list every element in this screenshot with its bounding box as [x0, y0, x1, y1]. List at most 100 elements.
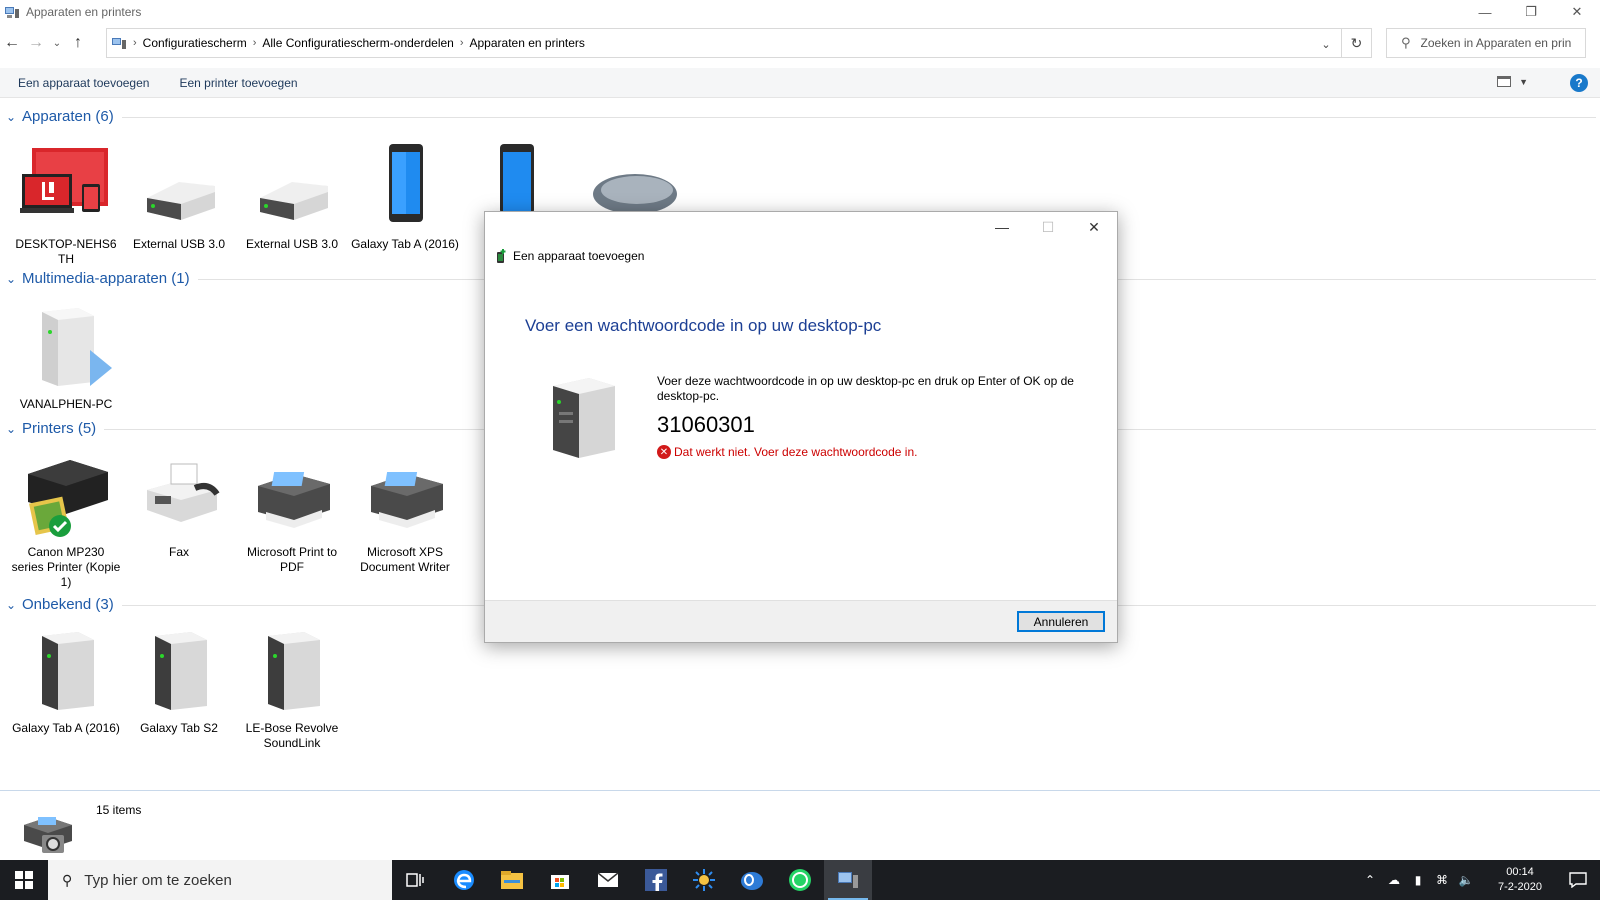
dialog-minimize-button[interactable]: — — [979, 212, 1025, 242]
show-hidden-icons-chevron-icon[interactable]: ⌃ — [1358, 860, 1382, 900]
back-arrow-icon[interactable]: ← — [0, 29, 24, 57]
collapse-chevron-icon[interactable]: ⌄ — [6, 598, 20, 612]
add-device-icon — [497, 249, 506, 263]
breadcrumb-devices-printers[interactable]: Apparaten en printers — [470, 36, 585, 50]
search-icon: ⚲ — [62, 871, 73, 888]
breadcrumb-separator[interactable]: › — [460, 37, 464, 49]
desktop-pc-icon — [553, 378, 615, 458]
media-server-icon — [42, 308, 112, 386]
search-box[interactable]: ⚲ — [1386, 28, 1586, 58]
printer-ms-xps[interactable]: Microsoft XPS Document Writer — [349, 450, 461, 575]
control-panel-taskbar-icon[interactable] — [824, 860, 872, 900]
breadcrumb-all-items[interactable]: Alle Configuratiescherm-onderdelen — [262, 36, 453, 50]
microsoft-store-icon[interactable] — [536, 860, 584, 900]
clock-date: 7-2-2020 — [1497, 881, 1543, 893]
breadcrumb-control-panel[interactable]: Configuratiescherm — [143, 36, 247, 50]
dialog-close-button[interactable]: ✕ — [1071, 212, 1117, 242]
cancel-button[interactable]: Annuleren — [1017, 611, 1105, 632]
command-bar: Een apparaat toevoegen Een printer toevo… — [0, 68, 1600, 98]
onedrive-cloud-icon[interactable]: ☁ — [1382, 860, 1406, 900]
group-title: Multimedia-apparaten (1) — [22, 270, 190, 287]
device-galaxy-tab-a[interactable]: Galaxy Tab A (2016) — [349, 142, 461, 252]
system-tray: ⌃ ☁ ▮ ⌘ 🔈 00:14 7-2-2020 — [1358, 860, 1600, 900]
search-icon: ⚲ — [1401, 35, 1411, 50]
sun-app-icon[interactable] — [680, 860, 728, 900]
minimize-button[interactable]: — — [1462, 0, 1508, 24]
mail-icon[interactable] — [584, 860, 632, 900]
address-dropdown-chevron-icon[interactable]: ⌄ — [1317, 35, 1335, 53]
device-label: External USB 3.0 — [245, 237, 339, 251]
help-icon[interactable]: ? — [1570, 74, 1588, 92]
volume-icon[interactable]: 🔈 — [1454, 860, 1478, 900]
error-message: ✕ Dat werkt niet. Voer deze wachtwoordco… — [657, 445, 917, 459]
group-title: Printers (5) — [22, 420, 97, 437]
window-title: Apparaten en printers — [26, 5, 142, 19]
collapse-chevron-icon[interactable]: ⌄ — [6, 272, 20, 286]
taskbar-search-box[interactable]: ⚲ — [48, 860, 392, 900]
unknown-galaxy-tab-a[interactable]: Galaxy Tab A (2016) — [10, 626, 122, 736]
control-panel-icon — [5, 7, 19, 18]
device-vanalphen-pc[interactable]: VANALPHEN-PC — [10, 302, 122, 412]
refresh-icon[interactable]: ↻ — [1341, 29, 1371, 57]
device-label: VANALPHEN-PC — [19, 397, 113, 411]
close-button[interactable]: ✕ — [1554, 0, 1600, 24]
generic-device-icon — [268, 632, 320, 710]
unknown-galaxy-tab-s2[interactable]: Galaxy Tab S2 — [123, 626, 235, 736]
printer-ms-print-pdf[interactable]: Microsoft Print to PDF — [236, 450, 348, 575]
battery-icon[interactable]: ▮ — [1406, 860, 1430, 900]
printer-label: Microsoft Print to PDF — [246, 545, 338, 574]
device-label: LE-Bose Revolve SoundLink — [245, 721, 339, 750]
breadcrumb-separator[interactable]: › — [133, 37, 137, 49]
wifi-icon[interactable]: ⌘ — [1430, 860, 1454, 900]
start-button[interactable] — [0, 860, 48, 900]
facebook-icon[interactable] — [632, 860, 680, 900]
dialog-maximize-button[interactable]: ☐ — [1025, 212, 1071, 242]
external-drive-icon — [147, 182, 215, 220]
group-divider — [121, 117, 1596, 118]
device-label: Galaxy Tab A (2016) — [12, 721, 120, 735]
printer-icon — [258, 472, 330, 528]
clock[interactable]: 00:14 7-2-2020 — [1484, 865, 1556, 895]
collapse-chevron-icon[interactable]: ⌄ — [6, 422, 20, 436]
collapse-chevron-icon[interactable]: ⌄ — [6, 110, 20, 124]
printer-icon — [371, 472, 443, 528]
forward-arrow-icon[interactable]: → — [24, 29, 48, 57]
printer-fax[interactable]: Fax — [123, 450, 235, 560]
restore-button[interactable]: ❐ — [1508, 0, 1554, 24]
group-header-devices[interactable]: ⌄ Apparaten (6) — [6, 108, 1596, 125]
printer-label: Fax — [168, 545, 189, 559]
printer-label: Canon MP230 series Printer (Kopie 1) — [11, 545, 121, 589]
search-input[interactable] — [1420, 36, 1571, 50]
device-desktop[interactable]: DESKTOP-NEHS6 TH — [10, 142, 122, 267]
group-title: Apparaten (6) — [22, 108, 114, 125]
file-explorer-icon[interactable] — [488, 860, 536, 900]
taskbar-search-input[interactable] — [84, 871, 355, 889]
navigation-bar: ← → ⌄ ↑ › Configuratiescherm › Alle Conf… — [0, 28, 1600, 58]
edge-browser-icon[interactable] — [440, 860, 488, 900]
device-external-usb-1[interactable]: External USB 3.0 — [123, 142, 235, 252]
action-center-icon[interactable] — [1556, 860, 1600, 900]
dialog-instructions: Voer deze wachtwoordcode in op uw deskto… — [657, 374, 1074, 403]
devices-printers-icon — [24, 817, 72, 853]
dialog-footer: Annuleren — [485, 600, 1117, 642]
details-pane: 15 items — [0, 790, 1600, 860]
dialog-title: Een apparaat toevoegen — [495, 248, 644, 264]
view-icon — [1497, 76, 1512, 87]
add-printer-button[interactable]: Een printer toevoegen — [179, 76, 297, 90]
up-arrow-icon[interactable]: ↑ — [66, 29, 90, 57]
device-label: Galaxy Tab A (2016) — [351, 237, 459, 251]
printer-canon-mp230[interactable]: Canon MP230 series Printer (Kopie 1) — [10, 450, 122, 590]
dialog-heading: Voer een wachtwoordcode in op uw desktop… — [525, 316, 882, 335]
recent-locations-chevron-icon[interactable]: ⌄ — [48, 29, 66, 57]
outlook-icon[interactable] — [728, 860, 776, 900]
breadcrumb-separator[interactable]: › — [253, 37, 257, 49]
device-label: DESKTOP-NEHS6 TH — [15, 237, 117, 266]
add-device-button[interactable]: Een apparaat toevoegen — [18, 76, 149, 90]
task-view-icon[interactable] — [392, 860, 440, 900]
unknown-bose-soundlink[interactable]: LE-Bose Revolve SoundLink — [236, 626, 348, 751]
address-bar[interactable]: › Configuratiescherm › Alle Configuratie… — [106, 28, 1372, 58]
group-title: Onbekend (3) — [22, 596, 114, 613]
whatsapp-icon[interactable] — [776, 860, 824, 900]
change-view-button[interactable]: ▼ — [1497, 76, 1528, 87]
device-external-usb-2[interactable]: External USB 3.0 — [236, 142, 348, 252]
